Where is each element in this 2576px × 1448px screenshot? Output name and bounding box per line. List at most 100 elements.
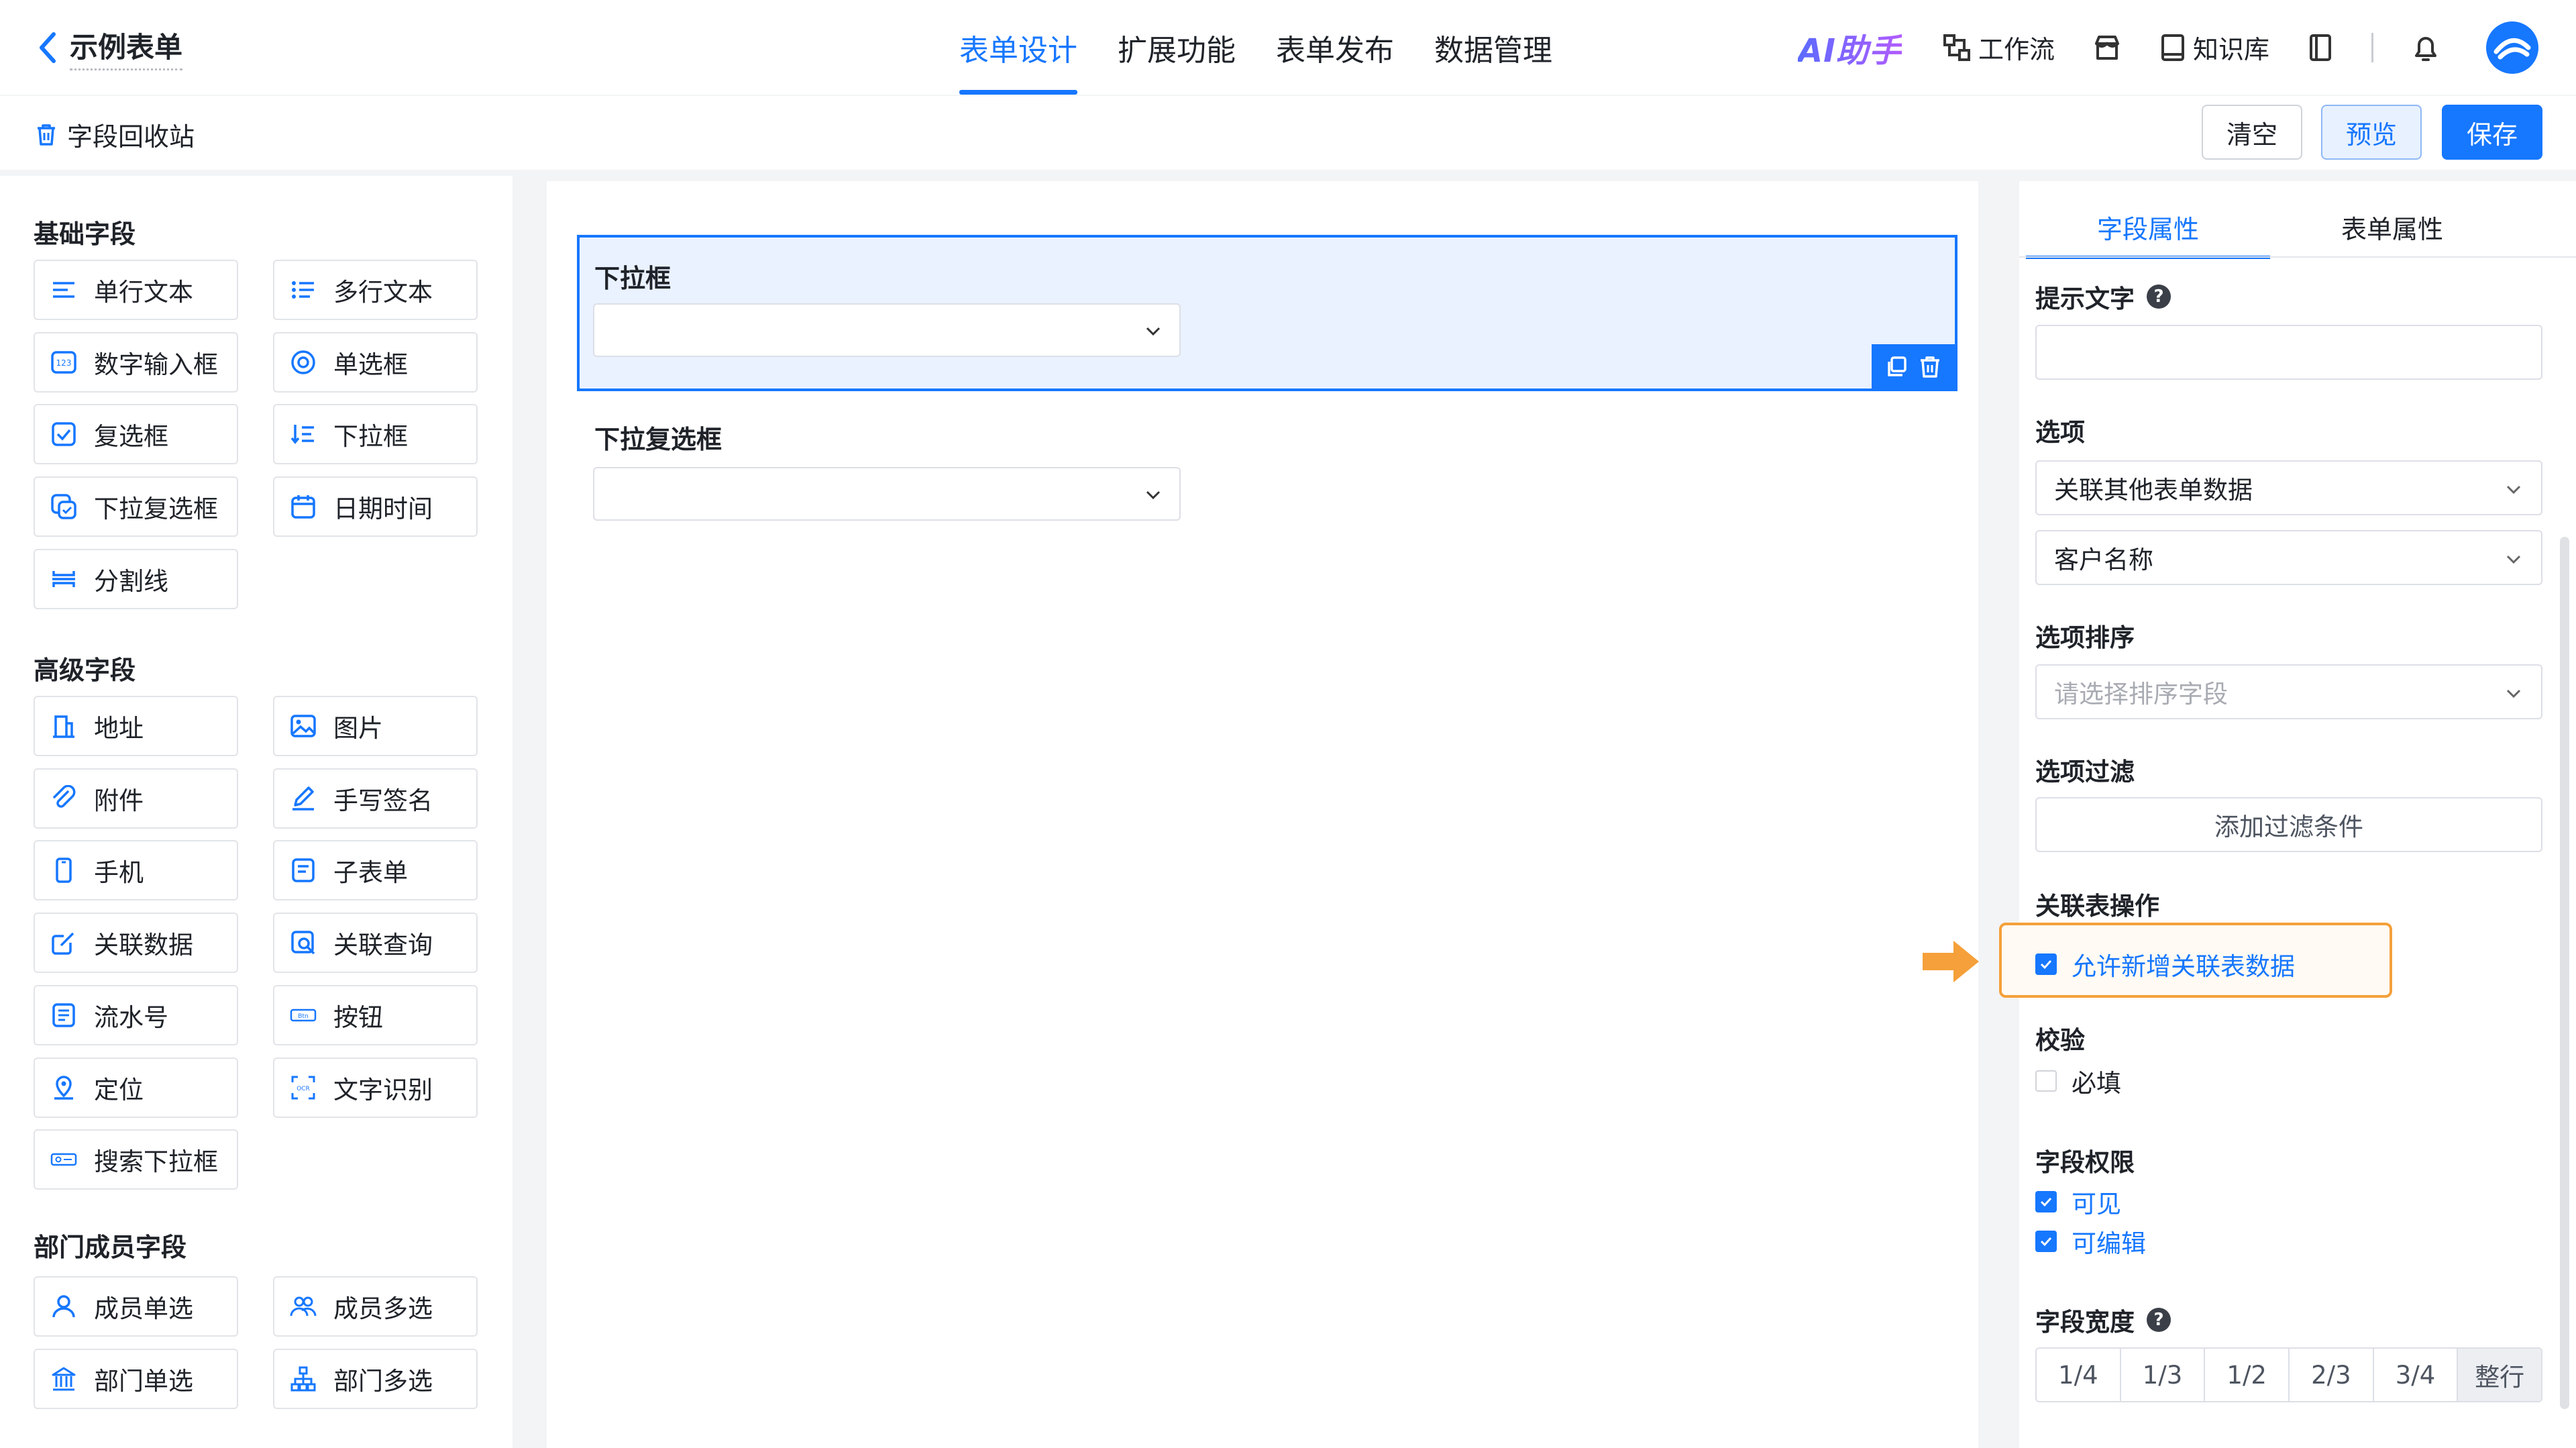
field-signature[interactable]: 手写签名 bbox=[273, 768, 478, 829]
help-icon[interactable]: ? bbox=[2147, 1308, 2171, 1332]
top-right-tools: AI助手 工作流 知识库 bbox=[1798, 0, 2539, 95]
add-filter-button[interactable]: 添加过滤条件 bbox=[2035, 797, 2542, 852]
tab-form-design[interactable]: 表单设计 bbox=[939, 0, 1097, 95]
user-avatar[interactable] bbox=[2486, 21, 2539, 74]
clear-button[interactable]: 清空 bbox=[2202, 105, 2302, 160]
tab-data-management[interactable]: 数据管理 bbox=[1414, 0, 1572, 95]
knowledge-base-button[interactable]: 知识库 bbox=[2159, 29, 2269, 66]
field-label: 搜索下拉框 bbox=[94, 1147, 218, 1176]
ai-assistant-button[interactable]: AI助手 bbox=[1798, 24, 1902, 71]
field-label: 日期时间 bbox=[333, 495, 433, 523]
field-number-input[interactable]: 123 数字输入框 bbox=[34, 332, 238, 393]
property-tabs: 字段属性 表单属性 bbox=[2026, 195, 2509, 259]
tab-form-publish[interactable]: 表单发布 bbox=[1256, 0, 1414, 95]
field-search-dropdown[interactable]: 搜索下拉框 bbox=[34, 1129, 238, 1190]
field-label: 子表单 bbox=[333, 858, 408, 887]
field-label: 附件 bbox=[94, 786, 144, 815]
tab-extensions[interactable]: 扩展功能 bbox=[1097, 0, 1256, 95]
field-related-query[interactable]: 关联查询 bbox=[273, 913, 478, 973]
member-fields-title: 部门成员字段 bbox=[34, 1233, 187, 1262]
dropdown-multi-preview-select[interactable] bbox=[593, 467, 1181, 521]
serial-number-icon bbox=[48, 1000, 79, 1031]
field-width-label-text: 字段宽度 bbox=[2035, 1308, 2135, 1337]
hint-text-input[interactable] bbox=[2035, 325, 2542, 380]
field-label: 单行文本 bbox=[94, 278, 193, 307]
paperclip-icon bbox=[48, 783, 79, 814]
preview-button[interactable]: 预览 bbox=[2321, 105, 2422, 160]
field-subform[interactable]: 子表单 bbox=[273, 840, 478, 900]
field2-label: 下拉复选框 bbox=[594, 425, 722, 454]
related-data-icon bbox=[48, 927, 79, 958]
radio-icon bbox=[288, 347, 319, 378]
field-ocr[interactable]: OCR 文字识别 bbox=[273, 1057, 478, 1118]
field-member-single[interactable]: 成员单选 bbox=[34, 1276, 238, 1337]
field-datetime[interactable]: 日期时间 bbox=[273, 476, 478, 537]
field-button[interactable]: Btn 按钮 bbox=[273, 985, 478, 1045]
checkbox-checked-icon bbox=[2035, 1231, 2057, 1252]
field-image[interactable]: 图片 bbox=[273, 696, 478, 756]
options-field-select[interactable]: 客户名称 bbox=[2035, 530, 2542, 585]
field-width-selector: 1/4 1/3 1/2 2/3 3/4 整行 bbox=[2035, 1347, 2542, 1402]
field-radio[interactable]: 单选框 bbox=[273, 332, 478, 393]
svg-text:OCR: OCR bbox=[297, 1086, 310, 1092]
field-address[interactable]: 地址 bbox=[34, 696, 238, 756]
field-label: 复选框 bbox=[94, 422, 168, 451]
width-option-two-thirds[interactable]: 2/3 bbox=[2290, 1349, 2374, 1401]
notifications-button[interactable] bbox=[2411, 32, 2440, 64]
width-option-full-row[interactable]: 整行 bbox=[2458, 1349, 2541, 1401]
chevron-down-icon bbox=[1143, 321, 1163, 341]
store-button[interactable] bbox=[2092, 33, 2122, 62]
delete-icon[interactable] bbox=[1919, 355, 1941, 379]
button-icon: Btn bbox=[288, 1000, 319, 1031]
width-option-quarter[interactable]: 1/4 bbox=[2037, 1349, 2121, 1401]
option-sort-label: 选项排序 bbox=[2035, 623, 2135, 652]
field-location[interactable]: 定位 bbox=[34, 1057, 238, 1118]
docs-button[interactable] bbox=[2307, 33, 2334, 62]
field-label: 下拉复选框 bbox=[94, 495, 218, 523]
checkbox-checked-icon bbox=[2035, 1191, 2057, 1212]
store-icon bbox=[2092, 33, 2122, 62]
field-department-multi[interactable]: 部门多选 bbox=[273, 1349, 478, 1409]
field-related-data[interactable]: 关联数据 bbox=[34, 913, 238, 973]
chevron-down-icon bbox=[2504, 683, 2524, 703]
width-option-third[interactable]: 1/3 bbox=[2121, 1349, 2206, 1401]
field-multi-line-text[interactable]: 多行文本 bbox=[273, 260, 478, 320]
option-sort-select[interactable]: 请选择排序字段 bbox=[2035, 664, 2542, 719]
field-mobile[interactable]: 手机 bbox=[34, 840, 238, 900]
field-label: 数字输入框 bbox=[94, 350, 218, 379]
field-single-line-text[interactable]: 单行文本 bbox=[34, 260, 238, 320]
field-checkbox[interactable]: 复选框 bbox=[34, 404, 238, 464]
field-attachment[interactable]: 附件 bbox=[34, 768, 238, 829]
back-button[interactable]: 示例表单 bbox=[38, 20, 183, 75]
users-icon bbox=[288, 1291, 319, 1322]
main-tabs: 表单设计 扩展功能 表单发布 数据管理 bbox=[939, 0, 1572, 95]
field-serial-number[interactable]: 流水号 bbox=[34, 985, 238, 1045]
workflow-button[interactable]: 工作流 bbox=[1942, 29, 2055, 66]
field-member-multi[interactable]: 成员多选 bbox=[273, 1276, 478, 1337]
visible-checkbox[interactable]: 可见 bbox=[2035, 1184, 2121, 1220]
tab-field-properties[interactable]: 字段属性 bbox=[2026, 195, 2270, 259]
options-source-select[interactable]: 关联其他表单数据 bbox=[2035, 460, 2542, 515]
width-option-three-quarters[interactable]: 3/4 bbox=[2374, 1349, 2459, 1401]
save-button[interactable]: 保存 bbox=[2442, 105, 2542, 160]
chevron-down-icon bbox=[2504, 479, 2524, 499]
field-department-single[interactable]: 部门单选 bbox=[34, 1349, 238, 1409]
dropdown-preview-select[interactable] bbox=[593, 303, 1181, 357]
hint-text-label-text: 提示文字 bbox=[2035, 285, 2135, 313]
properties-scrollbar[interactable] bbox=[2560, 537, 2569, 1409]
field-recycle-bin-button[interactable]: 字段回收站 bbox=[35, 116, 195, 153]
width-option-half[interactable]: 1/2 bbox=[2205, 1349, 2290, 1401]
dropdown-multi-icon bbox=[48, 491, 79, 522]
field-dropdown[interactable]: 下拉框 bbox=[273, 404, 478, 464]
tabs-divider bbox=[2019, 256, 2576, 258]
editable-checkbox[interactable]: 可编辑 bbox=[2035, 1223, 2146, 1259]
field-dropdown-multi[interactable]: 下拉复选框 bbox=[34, 476, 238, 537]
copy-icon[interactable] bbox=[1885, 355, 1909, 379]
field-divider[interactable]: 分割线 bbox=[34, 549, 238, 609]
form-title: 示例表单 bbox=[70, 25, 183, 70]
tab-form-properties[interactable]: 表单属性 bbox=[2270, 195, 2514, 259]
allow-add-related-checkbox[interactable]: 允许新增关联表数据 bbox=[2035, 946, 2295, 982]
field-actions bbox=[1872, 344, 1955, 390]
required-checkbox[interactable]: 必填 bbox=[2035, 1063, 2121, 1099]
help-icon[interactable]: ? bbox=[2147, 285, 2171, 309]
